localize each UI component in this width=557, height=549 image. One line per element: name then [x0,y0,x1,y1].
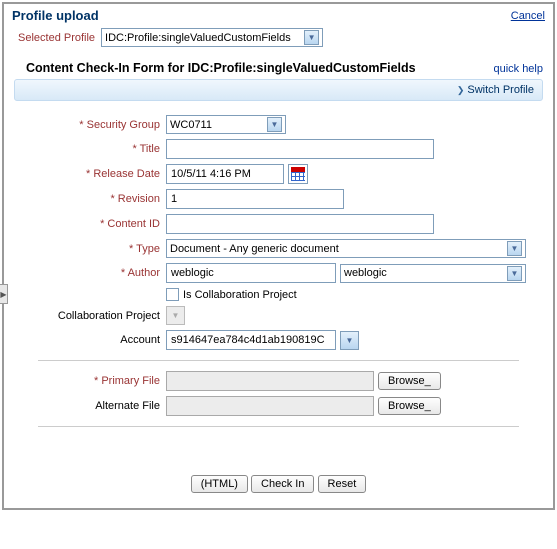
security-group-row: * Security Group WC0711 ▼ [14,115,543,134]
collaboration-project-dropdown: ▼ [166,306,185,325]
chevron-down-icon: ▼ [304,30,319,45]
primary-file-row: * Primary File Browse_ [14,371,543,391]
chevron-down-icon: ▼ [507,266,522,281]
author-select[interactable]: weblogic ▼ [340,264,526,283]
revision-row: * Revision [14,189,543,209]
divider [38,426,519,427]
selected-profile-select[interactable]: IDC:Profile:singleValuedCustomFields ▼ [101,28,323,47]
reset-button[interactable]: Reset [318,475,367,493]
collab-project-row: Collaboration Project ▼ [14,306,543,325]
release-date-row: * Release Date [14,164,543,184]
dialog-header: Profile upload Cancel [4,4,553,25]
type-label: * Type [14,243,166,255]
content-id-input[interactable] [166,214,434,234]
chevron-down-icon: ▼ [507,241,522,256]
chevron-down-icon: ▼ [267,117,282,132]
html-button[interactable]: (HTML) [191,475,248,493]
author-row: * Author weblogic ▼ [14,263,543,283]
primary-file-label: * Primary File [14,375,166,387]
security-group-value: WC0711 [170,119,212,131]
alternate-file-row: Alternate File Browse_ [14,396,543,416]
is-collab-row: Is Collaboration Project [14,288,543,301]
author-label: * Author [14,267,166,279]
content-id-row: * Content ID [14,214,543,234]
alternate-file-label: Alternate File [14,400,166,412]
release-date-input[interactable] [166,164,284,184]
author-input[interactable] [166,263,336,283]
form-title-row: Content Check-In Form for IDC:Profile:si… [4,53,553,79]
is-collaboration-label: Is Collaboration Project [183,289,297,301]
primary-file-input[interactable] [166,371,374,391]
account-dropdown[interactable]: ▼ [340,331,359,350]
calendar-icon[interactable] [288,164,308,184]
form-area: * Security Group WC0711 ▼ * Title * Rele… [4,101,553,493]
collaboration-project-label: Collaboration Project [14,310,166,322]
cancel-link[interactable]: Cancel [511,10,545,22]
selected-profile-value: IDC:Profile:singleValuedCustomFields [105,32,291,44]
dialog-title: Profile upload [12,8,99,23]
type-value: Document - Any generic document [170,243,339,255]
account-row: Account ▼ [14,330,543,350]
revision-input[interactable] [166,189,344,209]
security-group-label: * Security Group [14,119,166,131]
dialog-container: Profile upload Cancel Selected Profile I… [2,2,555,510]
selected-profile-row: Selected Profile IDC:Profile:singleValue… [4,25,553,53]
chevron-down-icon: ❯ [457,85,465,96]
primary-file-browse-button[interactable]: Browse_ [378,372,441,390]
action-buttons: (HTML) Check In Reset [14,475,543,493]
check-in-button[interactable]: Check In [251,475,314,493]
switch-profile-bar[interactable]: ❯ Switch Profile [14,79,543,101]
quick-help-link[interactable]: quick help [493,63,543,75]
type-select[interactable]: Document - Any generic document ▼ [166,239,526,258]
author-select-value: weblogic [344,267,387,279]
account-label: Account [14,334,166,346]
alternate-file-browse-button[interactable]: Browse_ [378,397,441,415]
revision-label: * Revision [14,193,166,205]
divider [38,360,519,361]
type-row: * Type Document - Any generic document ▼ [14,239,543,258]
security-group-select[interactable]: WC0711 ▼ [166,115,286,134]
title-row: * Title [14,139,543,159]
selected-profile-label: Selected Profile [18,32,95,44]
side-expand-tab[interactable]: ▶ [0,284,8,304]
title-label: * Title [14,143,166,155]
switch-profile-label: Switch Profile [467,84,534,96]
account-input[interactable] [166,330,336,350]
release-date-label: * Release Date [14,168,166,180]
content-id-label: * Content ID [14,218,166,230]
alternate-file-input[interactable] [166,396,374,416]
is-collaboration-checkbox[interactable] [166,288,179,301]
form-title: Content Check-In Form for IDC:Profile:si… [26,61,416,75]
title-input[interactable] [166,139,434,159]
